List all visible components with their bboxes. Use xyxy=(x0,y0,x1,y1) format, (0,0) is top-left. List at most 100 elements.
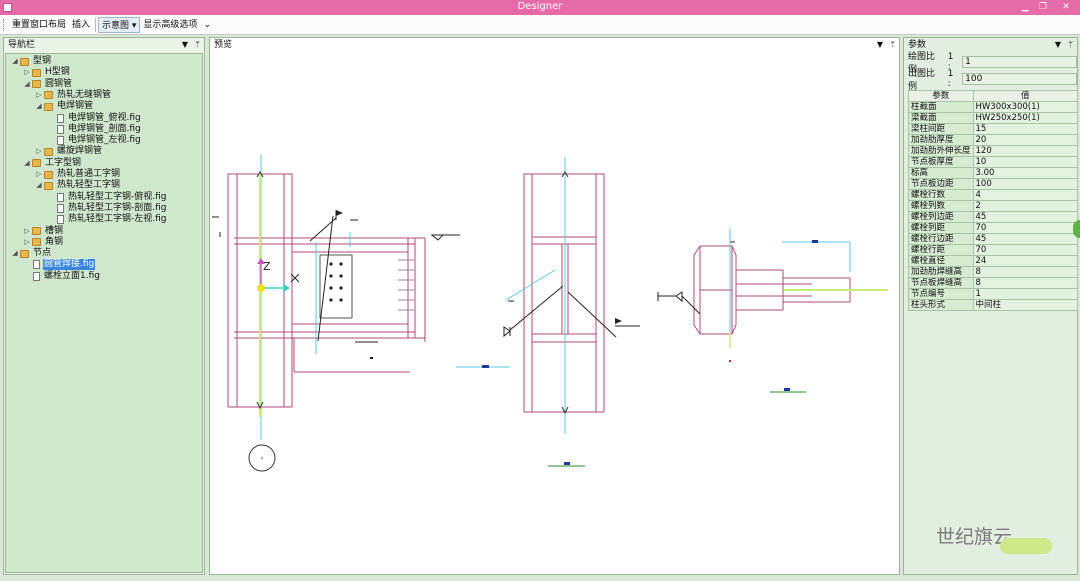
param-value-cell[interactable]: 4 xyxy=(972,189,1079,201)
expand-toggle-icon[interactable]: ◢ xyxy=(35,101,43,112)
param-row[interactable]: 节点编号 1 xyxy=(908,288,1079,300)
param-value-cell[interactable]: 中间柱 xyxy=(972,299,1079,311)
value-column-header[interactable]: 值 xyxy=(972,90,1079,102)
param-value-cell[interactable]: 45 xyxy=(972,233,1079,245)
overflow-chevron-icon[interactable]: ⌄ xyxy=(200,17,214,33)
param-row[interactable]: 节点板边距 100 xyxy=(908,178,1079,190)
param-row[interactable]: 加劲肋厚度 20 xyxy=(908,134,1079,146)
tree-file-item[interactable]: 电焊钢管_剖面.fig xyxy=(47,124,142,135)
param-row[interactable]: 梁柱间距 15 xyxy=(908,123,1079,135)
tree-folder-item[interactable]: ◢ 热轧轻型工字钢 xyxy=(35,180,121,191)
param-value-cell[interactable]: HW300x300(1) xyxy=(972,101,1079,113)
tree-folder-item[interactable]: ◢ 节点 xyxy=(11,248,52,259)
nav-panel-title: 导航栏 xyxy=(8,40,36,50)
param-row[interactable]: 螺栓直径 24 xyxy=(908,255,1079,267)
param-row[interactable]: 节点板焊缝高 8 xyxy=(908,277,1079,289)
param-row[interactable]: 加劲肋外伸长度 120 xyxy=(908,145,1079,157)
output-scale-input[interactable]: 100 xyxy=(962,73,1077,85)
tree-folder-item[interactable]: ▷ 角钢 xyxy=(23,237,64,248)
param-row[interactable]: 螺栓列距 70 xyxy=(908,222,1079,234)
tree-folder-item[interactable]: ▷ 热轧无缝钢管 xyxy=(35,90,112,101)
tree-folder-item[interactable]: ◢ 型钢 xyxy=(11,56,52,67)
toolbar-grip[interactable] xyxy=(3,18,6,31)
tree-item-label: 型钢 xyxy=(33,56,52,66)
drawing-canvas[interactable]: Z xyxy=(210,52,899,574)
expand-toggle-icon[interactable]: ◢ xyxy=(11,56,19,67)
dropdown-icon[interactable]: ▼ xyxy=(877,38,883,52)
tree-file-item[interactable]: 电焊钢管_左视.fig xyxy=(47,135,142,146)
dropdown-icon[interactable]: ▼ xyxy=(1055,38,1061,52)
param-value-cell[interactable]: 120 xyxy=(972,145,1079,157)
expand-toggle-icon[interactable]: ▷ xyxy=(23,67,31,78)
param-row[interactable]: 梁截面 HW250x250(1) xyxy=(908,112,1079,124)
param-value-cell[interactable]: 70 xyxy=(972,222,1079,234)
param-name-cell: 加劲肋外伸长度 xyxy=(908,145,974,157)
expand-toggle-icon[interactable]: ▷ xyxy=(23,226,31,237)
expand-toggle-icon[interactable]: ▷ xyxy=(35,90,43,101)
restore-icon[interactable]: ❐ xyxy=(1034,0,1052,15)
param-value-cell[interactable]: 8 xyxy=(972,277,1079,289)
pin-icon[interactable]: ᛘ xyxy=(890,38,895,52)
param-value-cell[interactable]: HW250x250(1) xyxy=(972,112,1079,124)
expand-toggle-icon[interactable]: ◢ xyxy=(23,158,31,169)
tree-folder-item[interactable]: ▷ 热轧普通工字钢 xyxy=(35,169,121,180)
tree-file-item[interactable]: 电焊钢管_俯视.fig xyxy=(47,113,142,124)
draw-scale-input[interactable]: 1 xyxy=(962,56,1077,68)
insert-menu[interactable]: 插入 xyxy=(69,17,93,33)
param-value-cell[interactable]: 45 xyxy=(972,211,1079,223)
param-value-cell[interactable]: 24 xyxy=(972,255,1079,267)
param-value-cell[interactable]: 10 xyxy=(972,156,1079,168)
expand-toggle-icon[interactable]: ▷ xyxy=(35,169,43,180)
expand-toggle-icon[interactable]: ◢ xyxy=(23,79,31,90)
param-value-cell[interactable]: 15 xyxy=(972,123,1079,135)
pin-icon[interactable]: ᛘ xyxy=(1068,38,1073,52)
param-value-cell[interactable]: 8 xyxy=(972,266,1079,278)
expand-toggle-icon[interactable]: ◢ xyxy=(11,248,19,259)
reset-layout-menu[interactable]: 重置窗口布局 xyxy=(9,17,69,33)
param-row[interactable]: 螺栓行距 70 xyxy=(908,244,1079,256)
tree-folder-item[interactable]: ▷ 螺旋焊钢管 xyxy=(35,146,103,157)
folder-icon xyxy=(20,57,29,66)
dropdown-icon[interactable]: ▼ xyxy=(182,38,188,52)
param-value-cell[interactable]: 1 xyxy=(972,288,1079,300)
param-row[interactable]: 柱头形式 中间柱 xyxy=(908,299,1079,311)
file-icon xyxy=(57,192,64,202)
preview-panel-header: 预览 ▼ ᛘ xyxy=(210,38,899,52)
param-value-cell[interactable]: 2 xyxy=(972,200,1079,212)
side-expand-handle[interactable] xyxy=(1073,220,1080,238)
tree-file-item[interactable]: 螺栓立面1.fig xyxy=(23,271,101,282)
tree-file-item[interactable]: 热轧轻型工字钢-左视.fig xyxy=(47,214,168,225)
tree-item-label: 热轧无缝钢管 xyxy=(57,89,112,100)
tree-folder-item[interactable]: ◢ 圆钢管 xyxy=(23,79,73,90)
close-icon[interactable]: ✕ xyxy=(1052,0,1080,15)
param-row[interactable]: 螺栓行边距 45 xyxy=(908,233,1079,245)
param-row[interactable]: 节点板厚度 10 xyxy=(908,156,1079,168)
tree-file-item[interactable]: 热轧轻型工字钢-俯视.fig xyxy=(47,192,168,203)
diagram-menu[interactable]: 示意图 ▾ xyxy=(98,16,141,33)
param-value-cell[interactable]: 100 xyxy=(972,178,1079,190)
param-row[interactable]: 加劲肋焊缝高 8 xyxy=(908,266,1079,278)
param-row[interactable]: 螺栓列数 2 xyxy=(908,200,1079,212)
expand-toggle-icon[interactable]: ▷ xyxy=(23,237,31,248)
param-value-cell[interactable]: 3.00 xyxy=(972,167,1079,179)
expand-toggle-icon[interactable]: ▷ xyxy=(35,146,43,157)
param-column-header[interactable]: 参数 xyxy=(908,90,974,102)
param-row[interactable]: 柱截面 HW300x300(1) xyxy=(908,101,1079,113)
tree-file-item[interactable]: 热轧轻型工字钢-剖面.fig xyxy=(47,203,168,214)
pin-icon[interactable]: ᛘ xyxy=(195,38,200,52)
minimize-icon[interactable]: ▁ xyxy=(1016,0,1034,15)
param-row[interactable]: 螺栓列边距 45 xyxy=(908,211,1079,223)
param-value-cell[interactable]: 70 xyxy=(972,244,1079,256)
advanced-options-menu[interactable]: 显示高级选项 xyxy=(140,17,200,33)
tree-folder-item[interactable]: ▷ H型钢 xyxy=(23,67,71,78)
param-row[interactable]: 螺栓行数 4 xyxy=(908,189,1079,201)
tree-folder-item[interactable]: ◢ 电焊钢管 xyxy=(35,101,94,112)
param-value-cell[interactable]: 20 xyxy=(972,134,1079,146)
file-icon xyxy=(57,124,64,134)
expand-toggle-icon[interactable]: ◢ xyxy=(35,180,43,191)
tree-file-item[interactable]: 圆管焊接.fig xyxy=(23,259,96,271)
tree-folder-item[interactable]: ◢ 工字型钢 xyxy=(23,158,82,169)
tree-folder-item[interactable]: ▷ 槽钢 xyxy=(23,226,64,237)
param-row[interactable]: 标高 3.00 xyxy=(908,167,1079,179)
nav-panel-header: 导航栏 ▼ ᛘ xyxy=(4,38,204,52)
